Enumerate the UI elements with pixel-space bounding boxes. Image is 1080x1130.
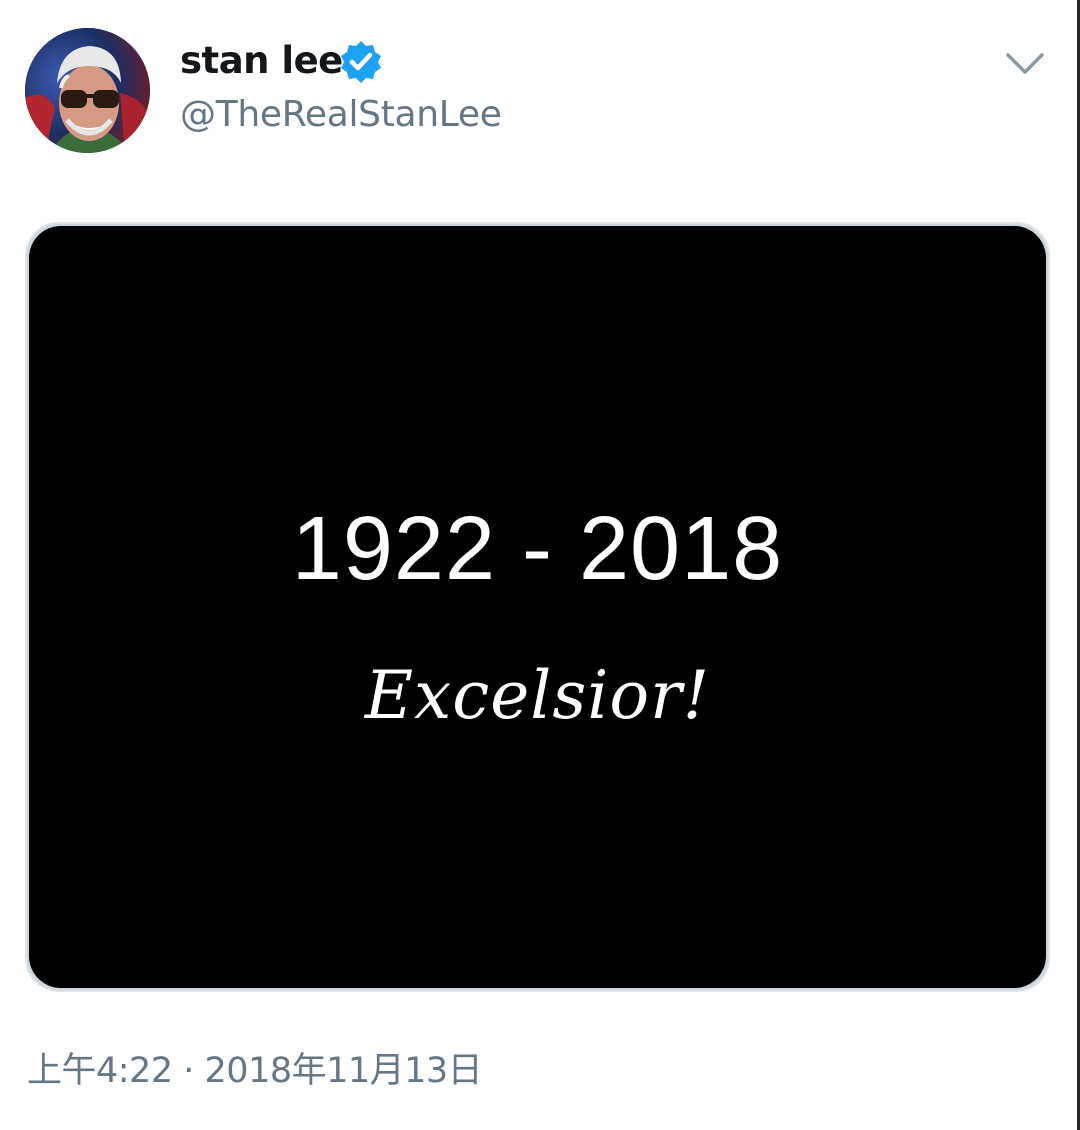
display-name[interactable]: stan lee xyxy=(180,38,343,84)
tweet: stan lee @TheRealStanLee 1922 - 2018 Exc… xyxy=(0,0,1080,1130)
tweet-time: 上午4:22 xyxy=(27,1051,173,1091)
motto-text: Excelsior! xyxy=(364,657,711,734)
avatar[interactable] xyxy=(25,28,150,153)
timestamp[interactable]: 上午4:22 · 2018年11月13日 xyxy=(27,1046,483,1096)
years-text: 1922 - 2018 xyxy=(291,499,784,599)
media-image: 1922 - 2018 Excelsior! xyxy=(29,226,1046,988)
tweet-date: 2018年11月13日 xyxy=(204,1051,483,1091)
media-card[interactable]: 1922 - 2018 Excelsior! xyxy=(25,222,1050,992)
user-handle[interactable]: @TheRealStanLee xyxy=(180,92,502,138)
verified-badge-icon xyxy=(341,41,381,83)
chevron-down-icon[interactable] xyxy=(1003,42,1047,82)
timestamp-separator: · xyxy=(183,1051,194,1091)
